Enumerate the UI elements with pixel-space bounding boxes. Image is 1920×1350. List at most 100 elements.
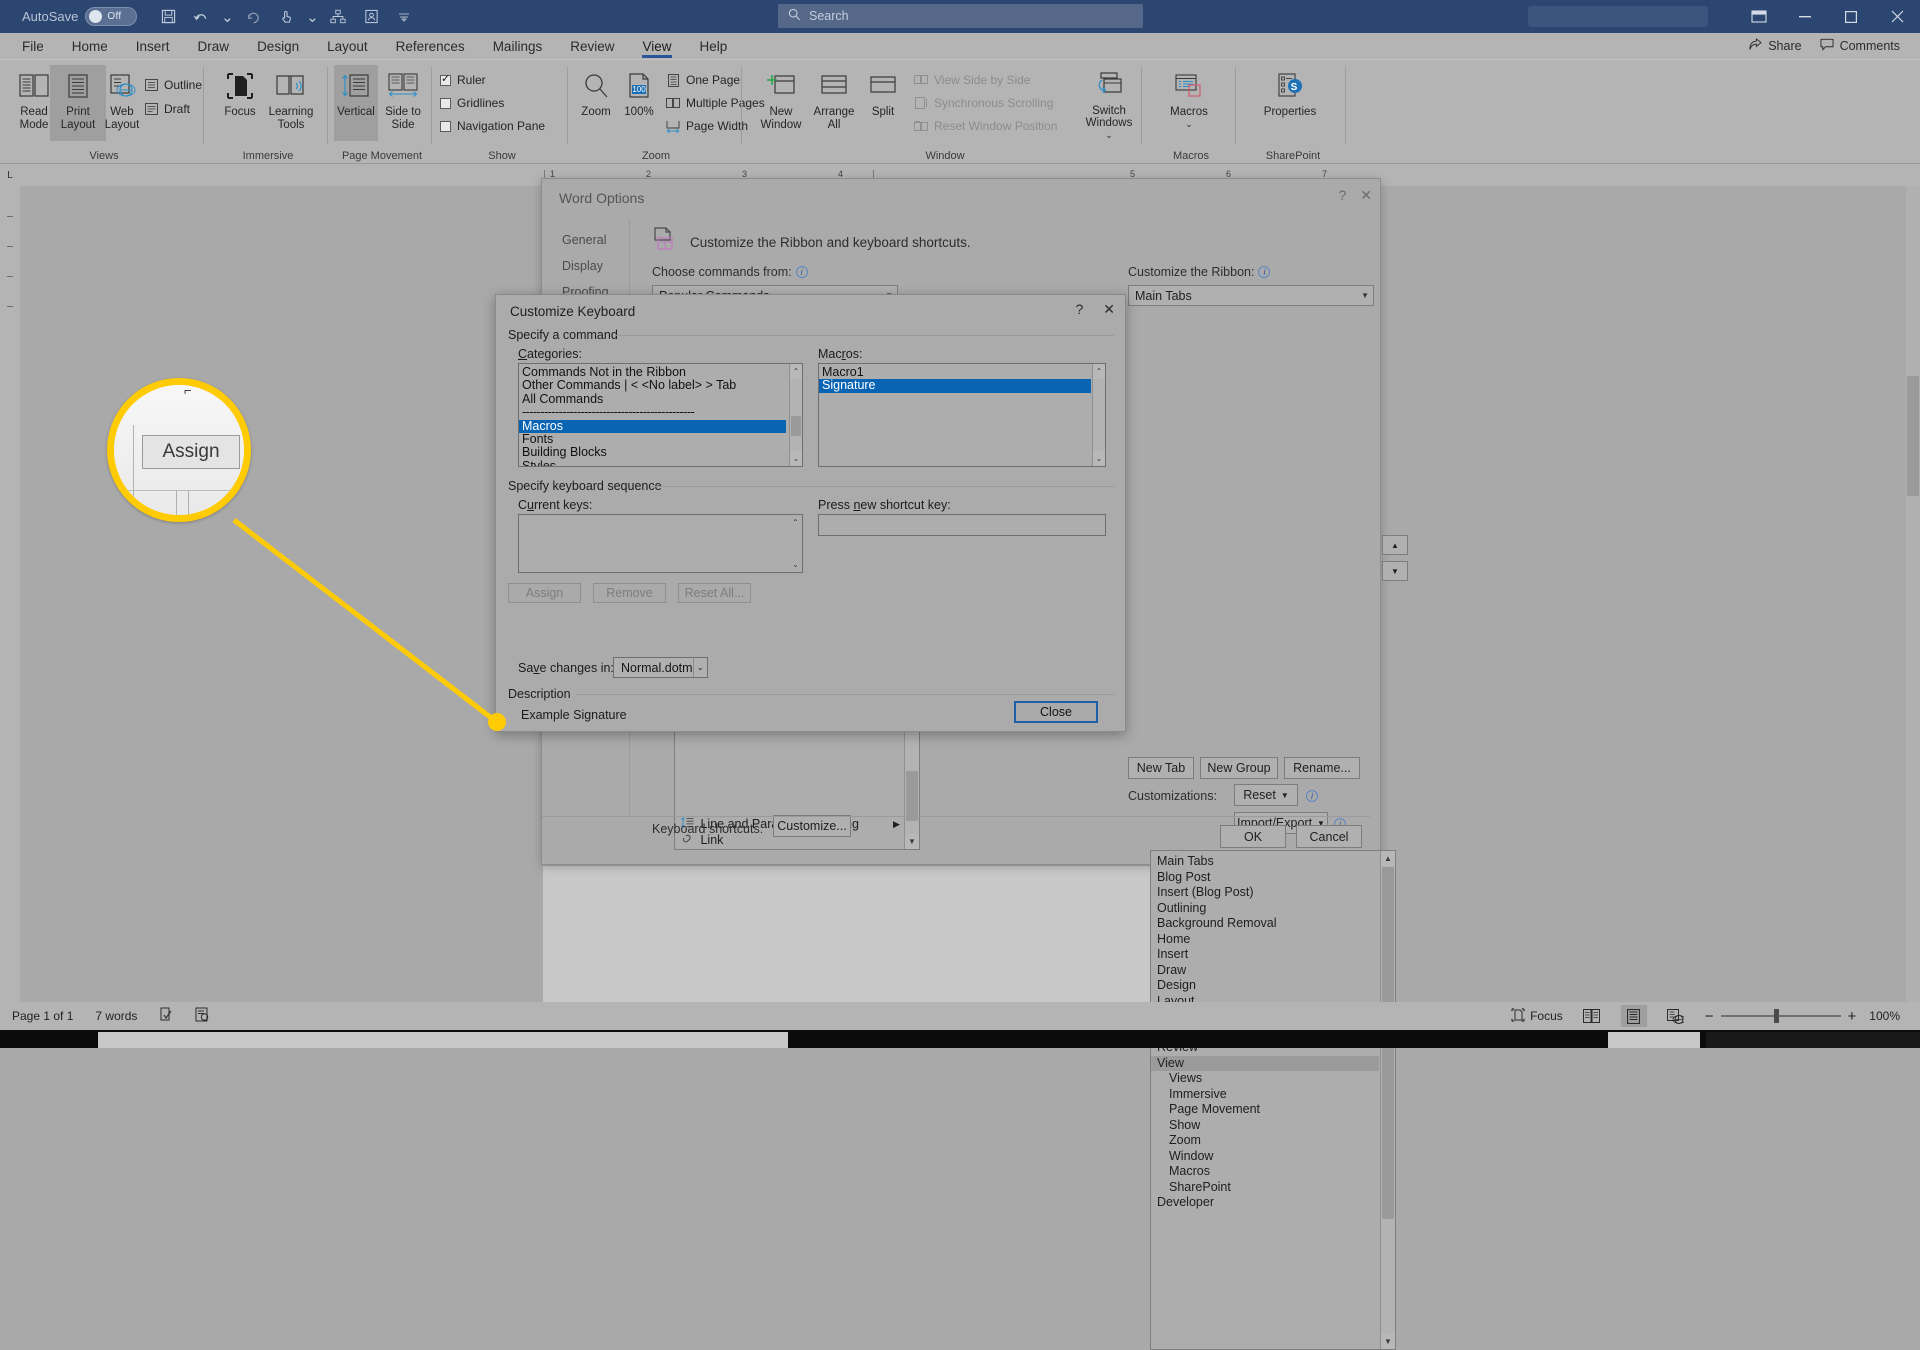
ribbon-button-arrange-all[interactable]: Arrange All (808, 65, 860, 141)
ribbon-button-draft[interactable]: Draft (144, 100, 190, 118)
list-item[interactable]: SharePoint (1151, 1180, 1379, 1196)
ribbon-checkbox-navigation-pane[interactable]: Navigation Pane (440, 117, 545, 135)
list-item[interactable]: Show (1151, 1118, 1379, 1134)
list-item[interactable]: Outlining (1151, 901, 1379, 917)
list-item[interactable]: Window (1151, 1149, 1379, 1165)
minimize-button[interactable] (1782, 0, 1828, 33)
ribbon-display-options-icon[interactable] (1736, 0, 1782, 33)
list-item[interactable]: Commands Not in the Ribbon (519, 365, 786, 379)
move-down-button[interactable]: ▼ (1382, 561, 1408, 581)
touch-dropdown-icon[interactable]: ⌄ (304, 4, 320, 30)
tab-review[interactable]: Review (556, 33, 628, 60)
close-icon[interactable]: ✕ (1360, 187, 1372, 204)
current-keys-listbox[interactable]: ⌃ ⌄ (518, 514, 803, 573)
info-icon[interactable]: i (795, 266, 808, 278)
list-item[interactable]: Views (1151, 1071, 1379, 1087)
tab-help[interactable]: Help (686, 33, 742, 60)
scroll-up-icon[interactable]: ▲ (1381, 851, 1395, 866)
zoom-slider[interactable]: − + 100% (1705, 1008, 1900, 1025)
main-tabs-scrollbar[interactable]: ▲ ▼ (1380, 851, 1395, 1349)
tab-file[interactable]: File (8, 33, 58, 60)
document-vertical-scrollbar[interactable] (1906, 186, 1920, 1016)
restore-button[interactable] (1828, 0, 1874, 33)
scroll-down-icon[interactable]: ⌄ (790, 451, 802, 466)
list-item[interactable]: Styles (519, 459, 786, 466)
tab-draw[interactable]: Draw (184, 33, 244, 60)
list-item[interactable]: Building Blocks (519, 445, 786, 459)
list-item[interactable]: Background Removal (1151, 916, 1379, 932)
new-group-button[interactable]: New Group (1200, 757, 1278, 779)
ok-button[interactable]: OK (1220, 825, 1286, 848)
status-web-layout-icon[interactable] (1663, 1005, 1689, 1027)
ribbon-button-web-layout[interactable]: Web Layout (94, 65, 150, 141)
list-item[interactable]: Draw (1151, 963, 1379, 979)
list-item[interactable]: Macros (1151, 1164, 1379, 1180)
ribbon-button-one-page[interactable]: One Page (666, 71, 740, 89)
list-item[interactable]: Insert (Blog Post) (1151, 885, 1379, 901)
list-item[interactable]: Insert (1151, 947, 1379, 963)
zoom-out-button[interactable]: − (1705, 1008, 1714, 1025)
categories-listbox[interactable]: Commands Not in the Ribbon Other Command… (518, 363, 803, 467)
rename-button[interactable]: Rename... (1284, 757, 1360, 779)
scroll-up-icon[interactable]: ⌃ (789, 515, 802, 530)
scrollbar-thumb[interactable] (906, 771, 918, 821)
list-item[interactable]: Home (1151, 932, 1379, 948)
comments-button[interactable]: Comments (1820, 38, 1900, 54)
undo-icon[interactable] (186, 4, 216, 30)
list-item-macros-selected[interactable]: Macros (519, 419, 786, 433)
ribbon-button-zoom[interactable]: Zoom (572, 65, 620, 141)
tab-references[interactable]: References (382, 33, 479, 60)
ribbon-button-new-window[interactable]: New Window (754, 65, 808, 141)
ribbon-button-page-width[interactable]: Page Width (666, 117, 748, 135)
categories-scrollbar[interactable]: ⌃ ⌄ (789, 364, 802, 466)
main-tabs-listbox[interactable]: Main Tabs Blog Post Insert (Blog Post) O… (1150, 850, 1396, 1350)
autosave-toggle[interactable]: Off (85, 7, 138, 26)
ribbon-button-outline[interactable]: Outline (144, 76, 202, 94)
ribbon-button-macros[interactable]: Macros ⌄ (1158, 65, 1220, 141)
spellcheck-icon[interactable] (159, 1007, 173, 1025)
ribbon-button-view-side-by-side[interactable]: View Side by Side (914, 71, 1031, 89)
accessibility-icon[interactable] (195, 1007, 210, 1025)
word-count[interactable]: 7 words (95, 1009, 137, 1023)
list-item[interactable]: Design (1151, 978, 1379, 994)
scroll-up-icon[interactable]: ⌃ (1093, 364, 1105, 379)
assign-button[interactable]: Assign (508, 583, 581, 603)
tab-design[interactable]: Design (243, 33, 313, 60)
customize-quick-access-toolbar-icon[interactable] (389, 4, 419, 30)
contact-card-icon[interactable] (356, 4, 386, 30)
close-icon[interactable]: ✕ (1103, 301, 1115, 318)
scroll-up-icon[interactable]: ⌃ (790, 364, 802, 379)
focus-button[interactable]: Focus (1511, 1007, 1563, 1025)
macros-scrollbar[interactable]: ⌃ ⌄ (1092, 364, 1105, 466)
list-item[interactable]: Immersive (1151, 1087, 1379, 1103)
ribbon-checkbox-gridlines[interactable]: Gridlines (440, 94, 504, 112)
list-item[interactable]: Developer (1151, 1195, 1379, 1211)
tab-layout[interactable]: Layout (313, 33, 382, 60)
ribbon-checkbox-ruler[interactable]: Ruler (440, 71, 486, 89)
organization-chart-icon[interactable] (323, 4, 353, 30)
ruler-corner-tab[interactable]: L (0, 164, 20, 186)
ribbon-button-properties[interactable]: S Properties (1254, 65, 1326, 141)
ribbon-button-reset-window-position[interactable]: Reset Window Position (914, 117, 1057, 135)
cancel-button[interactable]: Cancel (1296, 825, 1362, 848)
chevron-down-icon[interactable]: ⌄ (692, 658, 707, 677)
sidebar-item-display[interactable]: Display (556, 253, 629, 279)
zoom-slider-thumb[interactable] (1773, 1009, 1779, 1023)
move-up-button[interactable]: ▲ (1382, 535, 1408, 555)
help-icon[interactable]: ? (1075, 301, 1083, 318)
status-print-layout-icon[interactable] (1620, 1005, 1647, 1027)
remove-button[interactable]: Remove (593, 583, 666, 603)
new-tab-button[interactable]: New Tab (1128, 757, 1194, 779)
current-keys-scrollbar[interactable]: ⌃ ⌄ (789, 515, 802, 572)
ribbon-button-split[interactable]: Split (860, 65, 906, 141)
tab-view[interactable]: View (628, 33, 685, 60)
vertical-ruler[interactable] (0, 186, 20, 1016)
save-changes-in-combo[interactable]: Normal.dotm ⌄ (613, 657, 708, 678)
list-item[interactable]: Main Tabs (1151, 854, 1379, 870)
zoom-in-button[interactable]: + (1848, 1008, 1857, 1025)
scroll-down-icon[interactable]: ▼ (1381, 1334, 1395, 1349)
page-indicator[interactable]: Page 1 of 1 (12, 1009, 73, 1023)
list-item[interactable]: Zoom (1151, 1133, 1379, 1149)
redo-icon[interactable] (238, 4, 268, 30)
ribbon-button-switch-windows[interactable]: Switch Windows ⌄ (1076, 65, 1142, 141)
